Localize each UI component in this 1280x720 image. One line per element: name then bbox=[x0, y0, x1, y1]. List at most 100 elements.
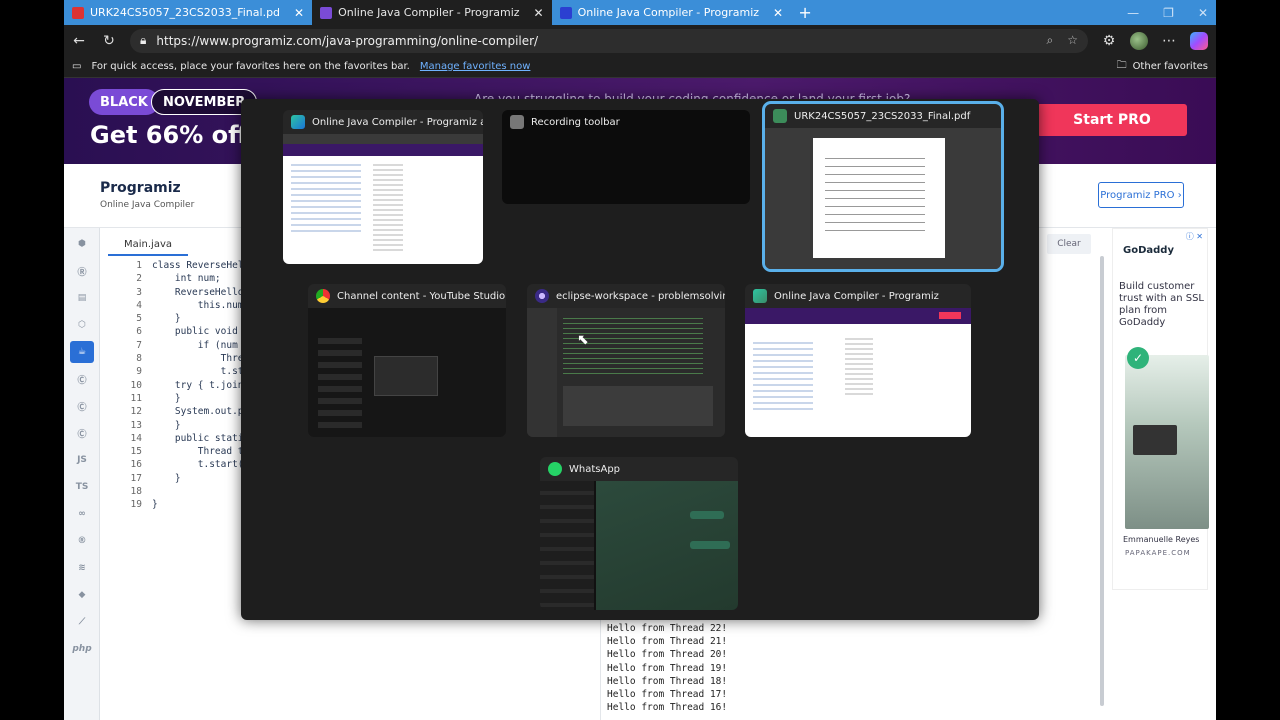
browser-tab-pdf[interactable]: URK24CS5057_23CS2033_Final.pd ✕ bbox=[64, 0, 312, 25]
browser-tab-programiz-2[interactable]: Online Java Compiler - Programiz ✕ bbox=[552, 0, 792, 25]
line-number: 12 bbox=[130, 406, 142, 418]
other-favorites[interactable]: 🗀 Other favorites bbox=[1117, 58, 1208, 75]
laptop-image bbox=[1133, 425, 1177, 455]
mouse-cursor-icon: ⬉ bbox=[577, 332, 589, 348]
programiz-logo[interactable]: Programiz bbox=[100, 180, 181, 196]
site-info-icon[interactable]: 🔒︎ bbox=[140, 33, 146, 48]
godaddy-logo: GoDaddy bbox=[1123, 245, 1174, 256]
avatar[interactable] bbox=[1130, 31, 1148, 50]
code-text[interactable]: } bbox=[152, 473, 181, 486]
copilot-icon[interactable] bbox=[1190, 31, 1208, 50]
line-number: 5 bbox=[136, 313, 142, 325]
black-pill: BLACK bbox=[89, 89, 159, 115]
output-scrollbar[interactable] bbox=[1100, 256, 1104, 706]
window-title: WhatsApp bbox=[569, 463, 621, 475]
window-title: Online Java Compiler - Programiz bbox=[774, 290, 939, 302]
switcher-window-pdf[interactable]: URK24CS5057_23CS2033_Final.pdf bbox=[762, 101, 1004, 272]
window-title: Channel content - YouTube Studio - G... bbox=[337, 290, 506, 302]
code-text[interactable]: t.start(); bbox=[152, 459, 255, 472]
maximize-icon[interactable]: ❐ bbox=[1163, 6, 1174, 20]
output-line: Hello from Thread 21! bbox=[607, 636, 728, 648]
code-text[interactable]: } bbox=[152, 393, 181, 406]
minimize-icon[interactable]: — bbox=[1127, 6, 1139, 20]
output-line: Hello from Thread 22! bbox=[607, 623, 728, 634]
programiz-icon bbox=[559, 6, 572, 19]
window-title: Online Java Compiler - Programiz and... bbox=[312, 116, 483, 128]
code-text[interactable]: } bbox=[152, 420, 181, 433]
new-tab-button[interactable]: + bbox=[791, 0, 819, 25]
ad-text: Build customer trust with an SSL plan fr… bbox=[1119, 281, 1204, 328]
scala-icon[interactable]: ⟋ bbox=[70, 611, 94, 633]
php-icon[interactable]: php bbox=[70, 638, 94, 660]
window-title: Recording toolbar bbox=[531, 116, 620, 128]
switcher-window-edge[interactable]: Online Java Compiler - Programiz and... bbox=[283, 110, 483, 264]
switcher-window-recorder[interactable]: Recording toolbar bbox=[502, 110, 750, 204]
ad-domain: PAPAKAPE.COM bbox=[1125, 549, 1191, 557]
swift-icon[interactable]: ≋ bbox=[70, 557, 94, 579]
python-icon[interactable]: ⬢ bbox=[70, 233, 94, 255]
close-icon[interactable]: ✕ bbox=[294, 6, 304, 20]
code-text[interactable]: } bbox=[152, 313, 181, 326]
output-lines: Hello from Thread 22! Hello from Thread 2… bbox=[607, 623, 727, 715]
programiz-pro-button[interactable]: Programiz PRO › bbox=[1098, 182, 1184, 208]
favorites-bar-icon: ▭ bbox=[72, 61, 82, 72]
line-number: 11 bbox=[130, 392, 142, 404]
tab-label: URK24CS5057_23CS2033_Final.pd bbox=[90, 6, 281, 19]
switcher-window-whatsapp[interactable]: WhatsApp bbox=[540, 457, 738, 610]
code-text[interactable]: int num; bbox=[152, 273, 221, 286]
zoom-icon[interactable]: ⌕ bbox=[1047, 33, 1054, 48]
output-line: Hello from Thread 17! bbox=[607, 688, 728, 700]
switcher-window-programiz-app[interactable]: Online Java Compiler - Programiz bbox=[745, 284, 971, 437]
code-text[interactable]: } bbox=[152, 499, 158, 512]
html-icon[interactable]: ⬡ bbox=[70, 314, 94, 336]
favorite-star-icon[interactable]: ☆ bbox=[1067, 33, 1078, 48]
kotlin-icon[interactable]: ◆ bbox=[70, 584, 94, 606]
ad-person-name: Emmanuelle Reyes bbox=[1123, 535, 1200, 544]
manage-favorites-link[interactable]: Manage favorites now bbox=[420, 61, 531, 72]
line-number: 1 bbox=[136, 260, 142, 271]
back-icon[interactable]: ← bbox=[70, 32, 88, 50]
sql-icon[interactable]: ▤ bbox=[70, 287, 94, 309]
clear-button[interactable]: Clear bbox=[1047, 234, 1091, 254]
address-bar[interactable]: 🔒︎ https://www.programiz.com/java-progra… bbox=[130, 28, 1088, 53]
close-icon[interactable]: ✕ bbox=[534, 6, 544, 20]
line-number: 16 bbox=[130, 459, 142, 471]
switcher-window-chrome[interactable]: Channel content - YouTube Studio - G... bbox=[308, 284, 506, 437]
line-number: 2 bbox=[136, 273, 142, 285]
url-text: https://www.programiz.com/java-programmi… bbox=[156, 33, 539, 48]
refresh-icon[interactable]: ↻ bbox=[100, 32, 118, 50]
ad-panel[interactable]: ⓘ ✕ GoDaddy Build customer trust with an… bbox=[1112, 228, 1209, 590]
window-thumbnail bbox=[745, 308, 971, 437]
start-pro-button[interactable]: Start PRO bbox=[1037, 104, 1187, 136]
edge-app-icon bbox=[753, 289, 767, 303]
switcher-window-eclipse[interactable]: eclipse-workspace - problemsolving/sr...… bbox=[527, 284, 725, 437]
line-number: 18 bbox=[130, 486, 142, 498]
js-icon[interactable]: js bbox=[70, 449, 94, 471]
pdf-icon bbox=[72, 6, 84, 19]
go-icon[interactable]: ∞ bbox=[70, 503, 94, 525]
extensions-icon[interactable]: ⚙ bbox=[1100, 32, 1118, 50]
java-icon[interactable]: ☕︎ bbox=[70, 341, 94, 363]
more-icon[interactable]: ⋯ bbox=[1160, 32, 1178, 50]
folder-icon: 🗀 bbox=[1116, 60, 1127, 71]
close-window-icon[interactable]: ✕ bbox=[1198, 6, 1208, 20]
line-number: 10 bbox=[130, 379, 142, 391]
other-favorites-label: Other favorites bbox=[1132, 61, 1208, 72]
tab-label: Online Java Compiler - Programiz bbox=[338, 6, 520, 19]
ad-info-icon[interactable]: ⓘ ✕ bbox=[1186, 231, 1203, 242]
programiz-icon bbox=[320, 6, 333, 19]
rust-icon[interactable]: ® bbox=[70, 530, 94, 552]
favorites-message: For quick access, place your favorites h… bbox=[91, 61, 410, 72]
ts-icon[interactable]: ts bbox=[70, 476, 94, 498]
csharp-icon[interactable]: Ⓒ bbox=[70, 422, 94, 444]
ad-image: ✓ bbox=[1125, 347, 1209, 529]
language-sidebar: ⬢ Ⓡ ▤ ⬡ ☕︎ Ⓒ Ⓒ Ⓒ js ts ∞ ® ≋ ◆ ⟋ php bbox=[64, 228, 100, 720]
file-tab[interactable]: Main.java bbox=[108, 234, 188, 256]
window-title: eclipse-workspace - problemsolving/sr... bbox=[556, 290, 725, 302]
line-number: 8 bbox=[136, 353, 142, 365]
r-icon[interactable]: Ⓡ bbox=[70, 260, 94, 282]
browser-tab-programiz[interactable]: Online Java Compiler - Programiz ✕ bbox=[312, 0, 552, 25]
cpp-icon[interactable]: Ⓒ bbox=[70, 395, 94, 417]
close-icon[interactable]: ✕ bbox=[773, 6, 783, 20]
c-icon[interactable]: Ⓒ bbox=[70, 368, 94, 390]
